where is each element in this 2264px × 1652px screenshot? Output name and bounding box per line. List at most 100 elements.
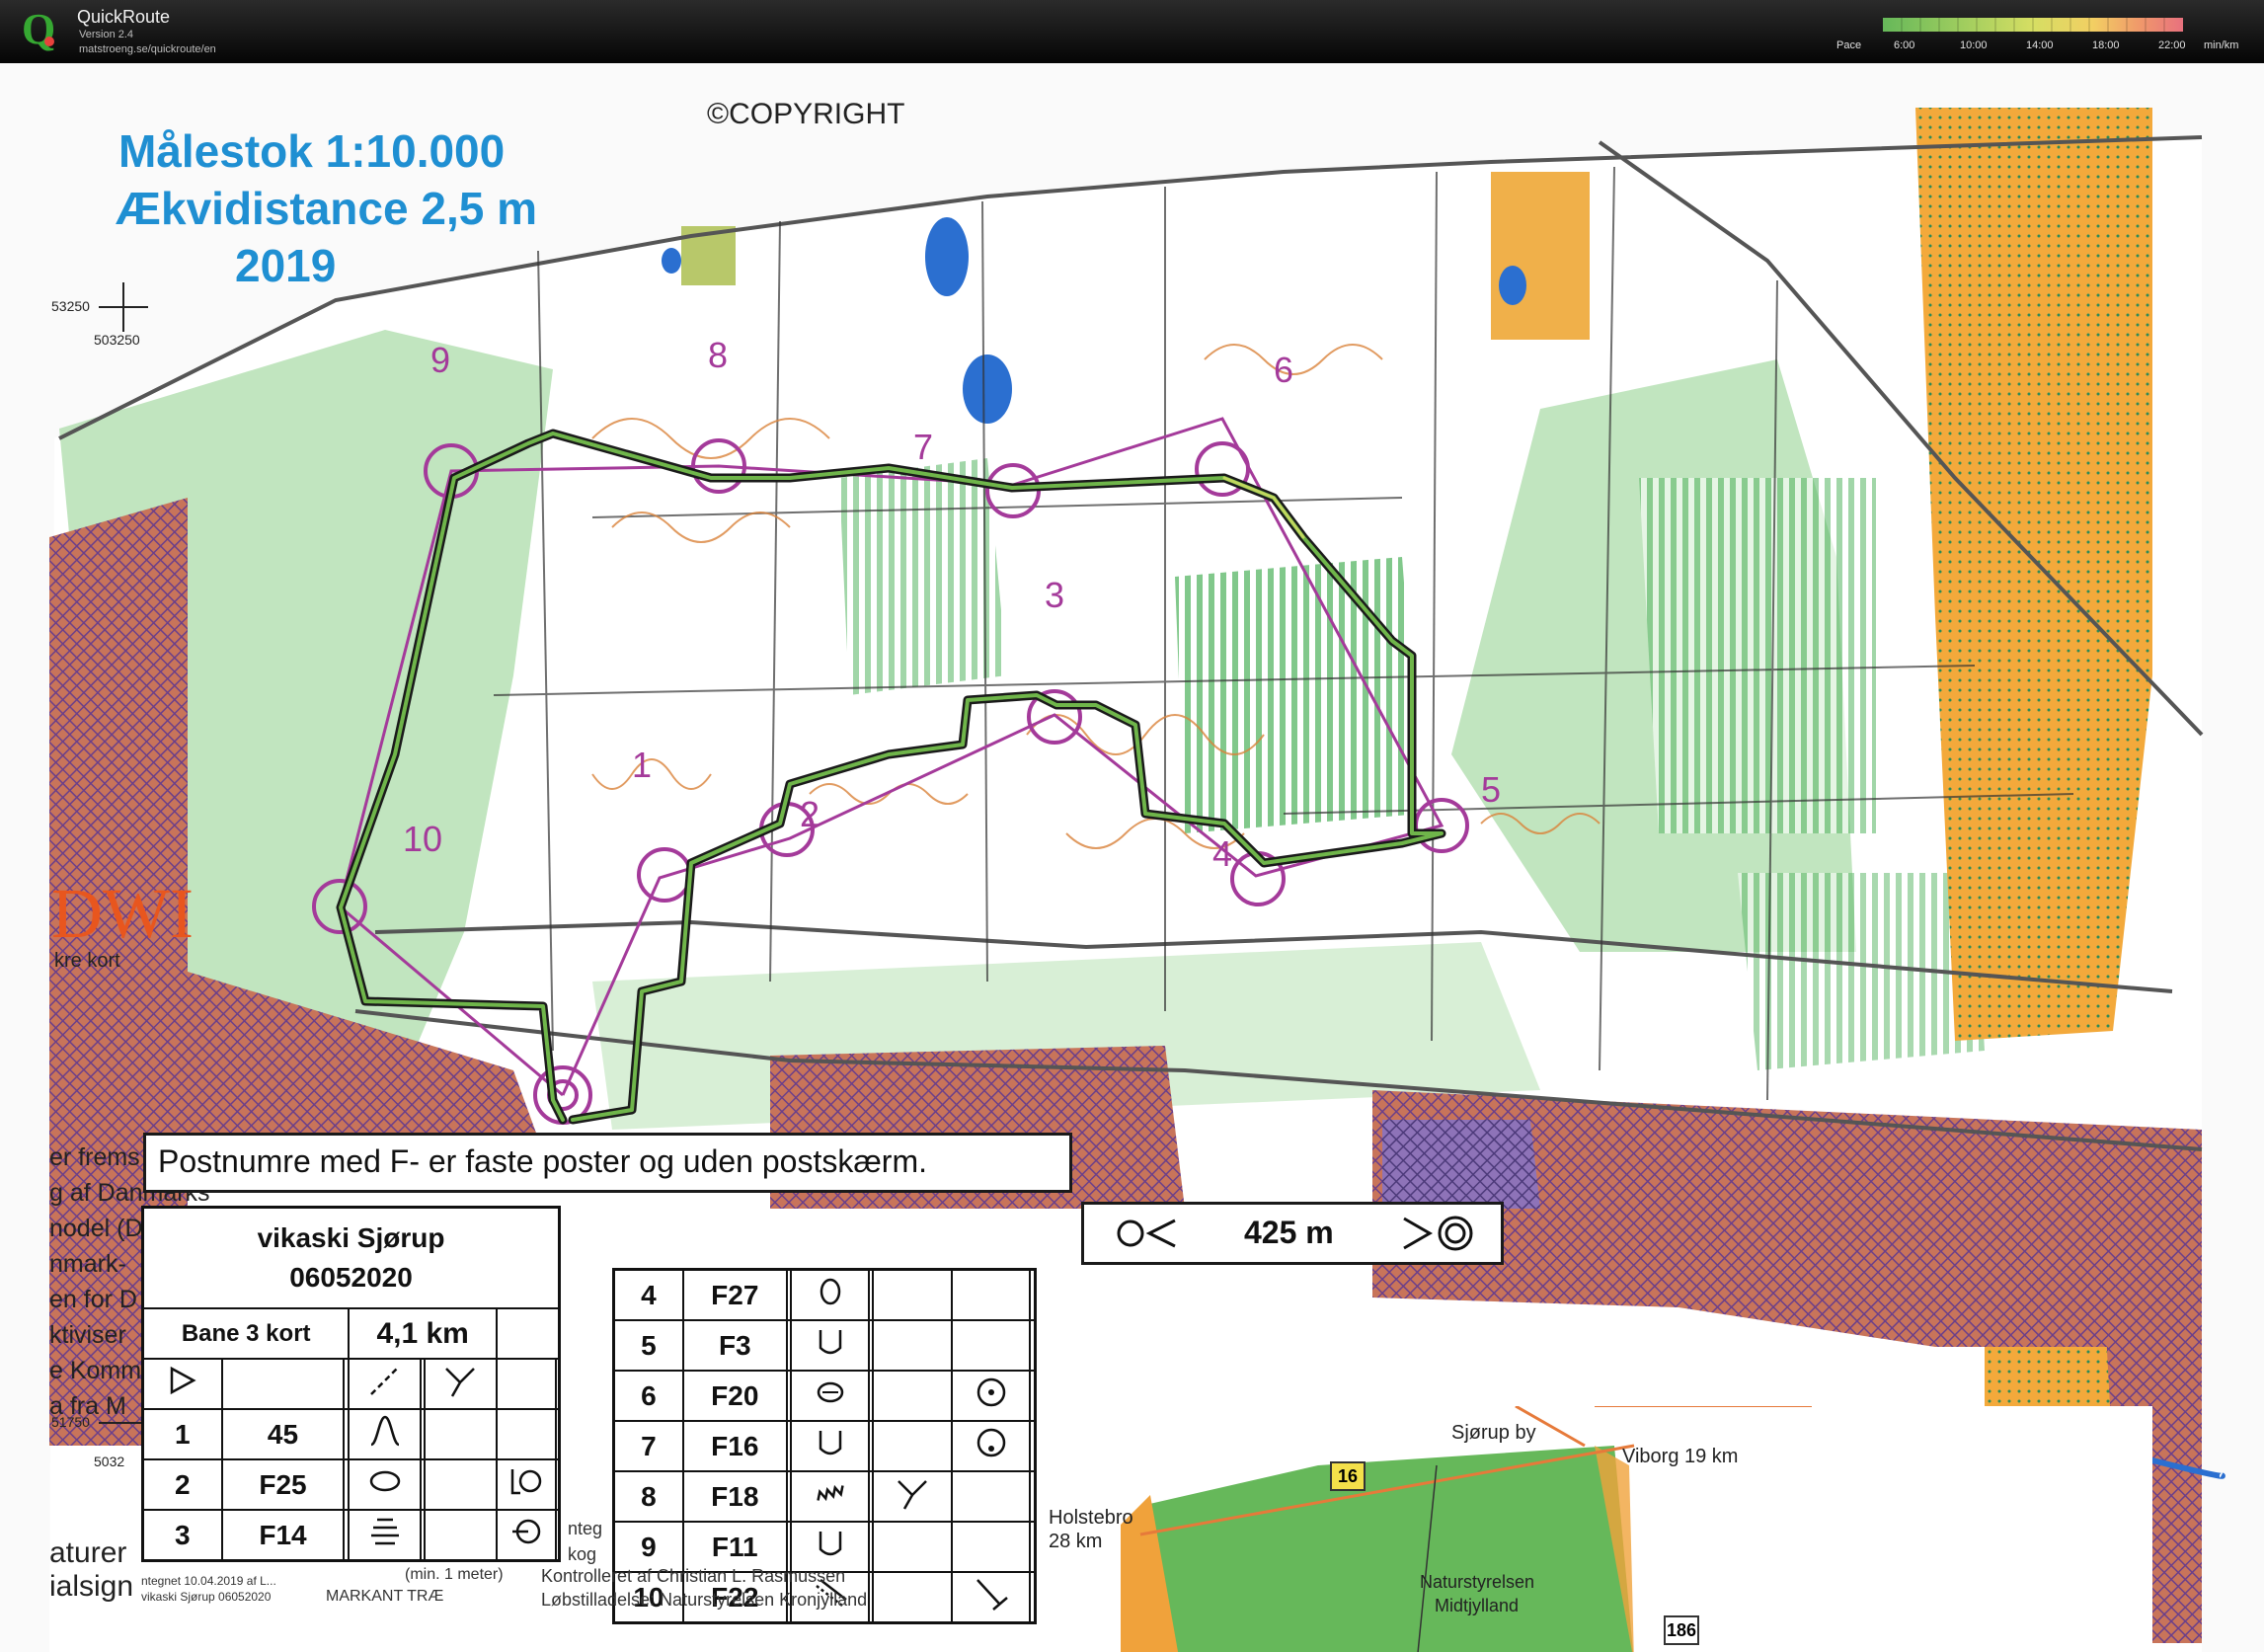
edge-text: en for D bbox=[49, 1286, 137, 1313]
control-number: 9 bbox=[430, 340, 451, 380]
map-footnote: MARKANT TRÆ bbox=[326, 1588, 444, 1605]
map-footnote: ntegnet 10.04.2019 af L... bbox=[141, 1574, 276, 1588]
loc-forest: Naturstyrelsen bbox=[1420, 1572, 1535, 1592]
map-scale-label: Målestok 1:10.000 bbox=[118, 125, 506, 177]
cd-control-number: 7 bbox=[612, 1420, 684, 1472]
start-triangle-icon bbox=[141, 1358, 223, 1410]
road-number-badge: 16 bbox=[1330, 1461, 1366, 1491]
pace-label: Pace bbox=[1836, 39, 1862, 51]
cd-control-code: 45 bbox=[220, 1408, 346, 1460]
pit-icon bbox=[789, 1319, 871, 1372]
junction-icon bbox=[872, 1470, 953, 1523]
cd-control-number: 2 bbox=[141, 1458, 223, 1511]
loc-holstebro-dist: 28 km bbox=[1049, 1531, 1103, 1552]
path-crossing-icon bbox=[348, 1358, 423, 1410]
course-length: 4,1 km bbox=[348, 1307, 498, 1360]
pace-unit: min/km bbox=[2204, 39, 2239, 51]
leg-distance-box: 425 m bbox=[1081, 1202, 1504, 1265]
pace-tick: 6:00 bbox=[1894, 39, 1915, 51]
app-url: matstroeng.se/quickroute/en bbox=[79, 43, 216, 55]
edge-text: nodel (D bbox=[49, 1215, 143, 1242]
foot-position-icon bbox=[495, 1458, 557, 1511]
road-number-badge: 186 bbox=[1664, 1615, 1699, 1645]
pace-color-bar bbox=[1883, 18, 2183, 32]
cd-control-number: 4 bbox=[612, 1268, 684, 1321]
cd-control-number: 8 bbox=[612, 1470, 684, 1523]
control-description-table: vikaski Sjørup 06052020 Bane 3 kort 4,1 … bbox=[141, 1206, 561, 1562]
finish-symbol-icon bbox=[1403, 1216, 1473, 1251]
cd-control-code: F25 bbox=[220, 1458, 346, 1511]
pace-tick: 14:00 bbox=[2026, 39, 2054, 51]
map-contour-label: Ækvidistance 2,5 m bbox=[116, 183, 537, 234]
side-position-icon bbox=[495, 1509, 557, 1562]
control-number: 10 bbox=[403, 819, 443, 859]
pace-tick: 10:00 bbox=[1960, 39, 1988, 51]
course-date: 06052020 bbox=[289, 1262, 413, 1293]
control-number: 4 bbox=[1212, 833, 1233, 874]
edge-text: a fra M bbox=[49, 1392, 126, 1420]
centre-position-icon bbox=[950, 1370, 1032, 1422]
cd-control-number: 5 bbox=[612, 1319, 684, 1372]
leg-distance: 425 m bbox=[1244, 1215, 1334, 1250]
cd-control-number: 9 bbox=[612, 1521, 684, 1573]
pace-tick: 22:00 bbox=[2158, 39, 2186, 51]
pit-icon bbox=[789, 1420, 871, 1472]
depression-icon bbox=[348, 1458, 423, 1511]
start-symbol-icon bbox=[1117, 1219, 1176, 1248]
title-bar: Q QuickRoute Version 2.4 matstroeng.se/q… bbox=[0, 0, 2264, 63]
loc-town: Sjørup by bbox=[1451, 1422, 1536, 1444]
quickroute-logo-icon: Q bbox=[22, 6, 55, 53]
grid-coordinate: 53250 bbox=[51, 298, 90, 314]
loc-holstebro: Holstebro bbox=[1049, 1507, 1133, 1529]
cd-control-code: F27 bbox=[681, 1268, 788, 1321]
cd-control-code: F16 bbox=[681, 1420, 788, 1472]
cd-control-code: F18 bbox=[681, 1470, 788, 1523]
grid-coordinate: 5032 bbox=[94, 1454, 125, 1469]
cd-control-code: F20 bbox=[681, 1370, 788, 1422]
map-footnote: kog bbox=[568, 1544, 597, 1564]
cd-control-number: 3 bbox=[141, 1509, 223, 1562]
cd-control-code: F11 bbox=[681, 1521, 788, 1573]
map-copyright: ©COPYRIGHT bbox=[707, 98, 905, 130]
hill-lines-icon bbox=[348, 1509, 423, 1562]
control-number: 5 bbox=[1481, 769, 1502, 810]
map-footnote: Kontrolleret af Christian L. Rasmussen bbox=[541, 1566, 846, 1586]
loc-forest-2: Midtjylland bbox=[1435, 1596, 1520, 1615]
cd-control-code: F14 bbox=[220, 1509, 346, 1562]
edge-text: er frems bbox=[49, 1143, 140, 1171]
pit-icon bbox=[789, 1521, 871, 1573]
note-box: Postnumre med F- er faste poster og uden… bbox=[143, 1133, 1072, 1193]
depression-icon bbox=[789, 1268, 871, 1321]
loc-viborg: Viborg 19 km bbox=[1622, 1446, 1739, 1467]
grid-coordinate: 503250 bbox=[94, 332, 140, 348]
small-depression-icon bbox=[789, 1370, 871, 1422]
edge-text: kre kort bbox=[54, 950, 120, 972]
note-text: Postnumre med F- er faste poster og uden… bbox=[158, 1143, 927, 1179]
location-map-drawing bbox=[1121, 1406, 1812, 1652]
course-event: vikaski Sjørup bbox=[257, 1222, 445, 1253]
cd-control-number: 6 bbox=[612, 1370, 684, 1422]
map-footnote: (min. 1 meter) bbox=[405, 1566, 504, 1583]
control-number: 8 bbox=[708, 335, 729, 375]
junction-icon bbox=[424, 1358, 498, 1410]
map-footnote: nteg bbox=[568, 1519, 603, 1538]
map-footnote: vikaski Sjørup 06052020 bbox=[141, 1590, 272, 1604]
edge-text: ktiviser bbox=[49, 1321, 126, 1349]
course-name: Bane 3 kort bbox=[141, 1307, 351, 1360]
course-header: vikaski Sjørup 06052020 bbox=[141, 1206, 561, 1309]
end-position-icon bbox=[950, 1571, 1032, 1624]
erosion-gully-icon bbox=[789, 1470, 871, 1523]
knoll-icon bbox=[348, 1408, 423, 1460]
location-map: Sjørup by Viborg 19 km Holstebro 28 km N… bbox=[1049, 1406, 2152, 1652]
lower-part-icon bbox=[950, 1420, 1032, 1472]
orienteering-map[interactable]: Målestok 1:10.000 Ækvidistance 2,5 m 201… bbox=[0, 63, 2264, 1652]
control-number: 6 bbox=[1274, 350, 1294, 390]
pace-tick: 18:00 bbox=[2092, 39, 2120, 51]
edge-text: nmark- bbox=[49, 1250, 126, 1278]
control-number: 1 bbox=[632, 745, 653, 785]
edge-text: e Komm bbox=[49, 1357, 142, 1384]
map-year: 2019 bbox=[235, 240, 337, 291]
map-footnote: Løbstilladelse: Naturstyrelsen Kronjylla… bbox=[541, 1590, 868, 1610]
cd-control-code: F3 bbox=[681, 1319, 788, 1372]
app-name: QuickRoute bbox=[77, 7, 171, 27]
